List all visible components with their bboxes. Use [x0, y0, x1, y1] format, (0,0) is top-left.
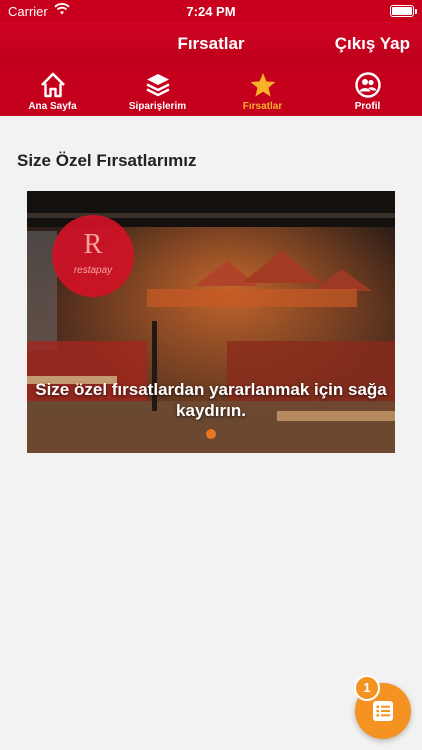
tab-bar: Ana Sayfa Siparişlerim Fırsatlar Profil: [0, 66, 422, 116]
nav-bar: Fırsatlar Çıkış Yap: [0, 22, 422, 66]
clock: 7:24 PM: [186, 4, 236, 19]
home-icon: [41, 72, 65, 98]
page-indicator-dot: [206, 429, 216, 439]
logo-letter: R: [83, 229, 103, 260]
promo-caption: Size özel fırsatlardan yararlanmak için …: [35, 380, 387, 420]
tab-profile[interactable]: Profil: [315, 66, 420, 116]
layers-icon: [146, 74, 170, 97]
tab-orders-label: Siparişlerim: [128, 101, 187, 112]
tab-profile-label: Profil: [354, 101, 381, 112]
battery-icon: [390, 5, 414, 17]
brand-logo: R restapay: [52, 215, 134, 297]
tab-orders[interactable]: Siparişlerim: [105, 66, 210, 116]
star-icon: [250, 73, 276, 97]
tab-home-label: Ana Sayfa: [28, 101, 77, 112]
battery-tip: [415, 9, 417, 14]
profile-icon: [355, 72, 381, 98]
promo-carousel[interactable]: R restapay Size özel fırsatlardan yararl…: [27, 191, 395, 453]
list-icon: [373, 701, 393, 721]
tab-deals[interactable]: Fırsatlar: [210, 66, 315, 116]
tab-home[interactable]: Ana Sayfa: [0, 66, 105, 116]
tab-deals-label: Fırsatlar: [242, 101, 283, 112]
section-title: Size Özel Fırsatlarımız: [17, 151, 197, 170]
cart-count-badge: 1: [354, 675, 380, 701]
status-bar: Carrier 7:24 PM: [0, 0, 422, 22]
logout-button[interactable]: Çıkış Yap: [335, 34, 410, 54]
logo-text: restapay: [73, 265, 113, 276]
